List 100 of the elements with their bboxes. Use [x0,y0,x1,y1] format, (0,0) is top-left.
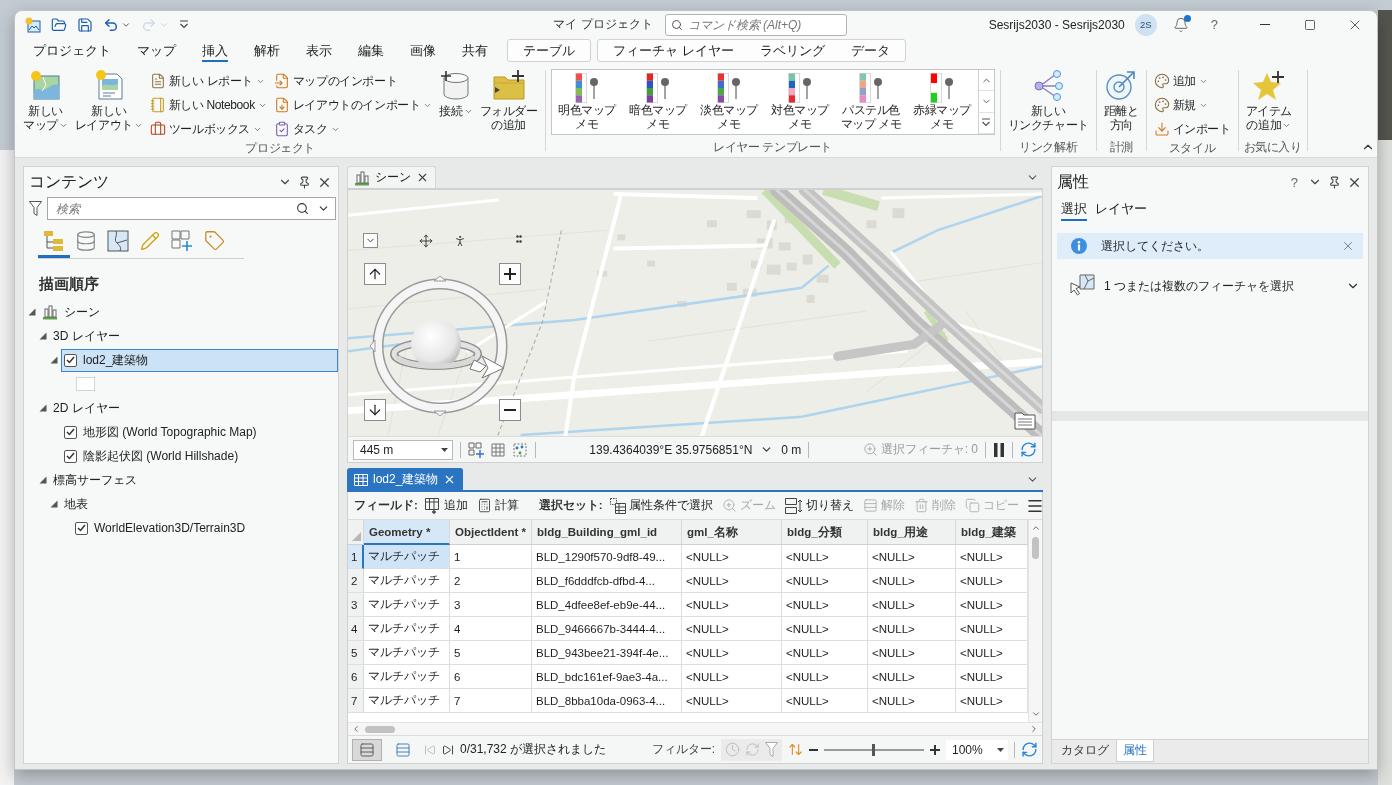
avatar[interactable]: 2S [1134,13,1157,36]
new-map-button[interactable]: 新しい マップ [21,68,70,133]
layer-template-item[interactable]: 暗色マップ メモ [622,70,694,134]
column-header[interactable]: bldg_Building_gml_id [532,520,682,545]
layer-template-item[interactable]: 明色マップ メモ [551,70,623,134]
pane-tab[interactable]: 選択 [1061,199,1087,221]
tilt-down-button[interactable] [364,399,386,421]
pane-tab[interactable]: 属性 [1116,740,1154,762]
row-number[interactable]: 4 [348,617,364,641]
ribbon-tab[interactable]: 共有 [462,39,488,62]
pin-icon[interactable] [1328,175,1341,189]
import-map-button[interactable]: マップのインポート [271,70,435,92]
group-row[interactable]: 地表 [61,492,92,516]
layer-template-item[interactable]: 淡色マップ メモ [693,70,765,134]
dotted-square-icon[interactable] [512,441,528,458]
expand-triangle-icon[interactable] [28,308,36,316]
row-number[interactable]: 6 [348,665,364,689]
grid-icon[interactable] [491,442,505,457]
zoom-out-icon[interactable] [809,748,818,751]
horizontal-scrollbar[interactable] [348,722,1042,735]
column-header[interactable]: bldg_分類 [782,520,868,545]
add-style-button[interactable]: 追加 [1151,70,1233,92]
scene-row[interactable]: シーン [39,300,104,324]
minimize-icon[interactable] [1259,24,1270,25]
ribbon-tab[interactable]: プロジェクト [33,39,111,62]
ribbon-tab[interactable]: マップ [137,39,176,62]
layer-template-item[interactable]: 赤緑マップ メモ [906,70,978,134]
import-style-button[interactable]: インポート [1151,118,1233,140]
grip-icon[interactable] [516,235,522,243]
column-header[interactable]: ObjectIdent * [450,520,532,545]
all-records-button[interactable] [352,738,382,761]
pause-icon[interactable] [993,442,1005,457]
task-button[interactable]: タスク [271,118,435,140]
column-header[interactable]: bldg_用途 [868,520,956,545]
maximize-icon[interactable] [1303,18,1316,31]
slider-thumb[interactable] [872,743,875,756]
ribbon-tab[interactable]: 編集 [358,39,384,62]
row-number[interactable]: 3 [348,593,364,617]
grid-plus-icon[interactable] [468,441,484,458]
vertical-scrollbar[interactable] [1028,520,1042,722]
tilt-up-button[interactable] [364,263,386,285]
layer-template-item[interactable]: 対色マップ メモ [764,70,836,134]
import-layout-button[interactable]: レイアウトのインポート [271,94,435,116]
toolbar-button[interactable]: 属性条件で選択 [607,494,715,517]
scrollbar-thumb[interactable] [365,725,395,733]
filter-icon[interactable] [29,201,42,216]
scale-field[interactable]: 445 m [353,439,453,460]
layer-row[interactable]: 地形図 (World Topographic Map) [61,420,261,444]
command-search-field[interactable]: コマンド検索 (Alt+Q) [664,13,847,36]
column-header[interactable]: Geometry * [364,520,450,545]
new-notebook-button[interactable]: 新しい Notebook [147,94,269,116]
toolbox-button[interactable]: ツールボックス [147,118,269,140]
symbol-swatch-icon[interactable] [76,377,95,391]
refresh-icon[interactable] [1020,441,1037,458]
add-folder-button[interactable]: フォルダー の追加 [477,68,540,133]
ribbon-tab[interactable]: 画像 [410,39,436,62]
checkbox[interactable] [64,449,77,463]
new-report-button[interactable]: 新しい レポート [147,70,269,92]
toolbar-button[interactable]: 追加 [422,494,470,517]
layer-row[interactable]: 陰影起伏図 (World Hillshade) [61,444,243,468]
add-item-button[interactable]: アイテム の追加 [1243,68,1294,133]
scrollbar-thumb[interactable] [1032,537,1039,559]
column-header[interactable]: gml_名称 [682,520,782,545]
expand-triangle-icon[interactable] [39,404,47,412]
checkbox[interactable] [64,425,77,439]
ribbon-tab[interactable]: 表示 [306,39,332,62]
group-row[interactable]: 標高サーフェス [50,468,141,492]
ribbon-tab[interactable]: 解析 [254,39,280,62]
search-field[interactable]: 検索 [47,197,336,220]
expand-triangle-icon[interactable] [50,500,58,508]
help-button[interactable]: ? [1206,17,1222,32]
new-style-button[interactable]: 新規 [1151,94,1233,116]
row-number[interactable]: 2 [348,569,364,593]
toolbar-button[interactable]: 切り替え [782,494,856,517]
new-layout-button[interactable]: 新しい レイアウト [72,68,145,133]
skip-forward-icon[interactable] [442,743,454,756]
layer-row[interactable]: lod2_建築物 [61,348,338,372]
folder-lines-icon[interactable] [1014,410,1036,430]
close-icon[interactable] [416,171,429,184]
refresh-icon[interactable] [1021,741,1038,758]
checkbox[interactable] [75,521,88,535]
pin-icon[interactable] [298,175,311,189]
zoom-field[interactable]: 100% [946,739,1008,760]
row-number[interactable]: 7 [348,689,364,713]
ribbon-tab[interactable]: ラベリング [759,39,825,62]
connection-button[interactable]: 接続 [437,68,475,119]
toolbar-button[interactable]: 計算 [474,494,521,517]
row-number[interactable]: 5 [348,641,364,665]
layer-template-item[interactable]: パステル色 マップ メモ [835,70,907,134]
zoom-in-icon[interactable] [930,744,940,755]
help-button[interactable]: ? [1286,174,1302,190]
zoom-out-button[interactable] [499,399,521,421]
expand-triangle-icon[interactable] [39,332,47,340]
pane-tab[interactable]: カタログ [1054,740,1116,762]
ribbon-tab[interactable]: フィーチャ レイヤー [613,39,734,62]
column-header[interactable]: bldg_建築 [956,520,1028,545]
distance-direction-button[interactable]: 距離と 方向 [1101,68,1141,133]
ribbon-tab[interactable]: データ [850,39,890,62]
pane-tab[interactable]: レイヤー [1095,199,1147,221]
group-row[interactable]: 2D レイヤー [50,396,124,420]
